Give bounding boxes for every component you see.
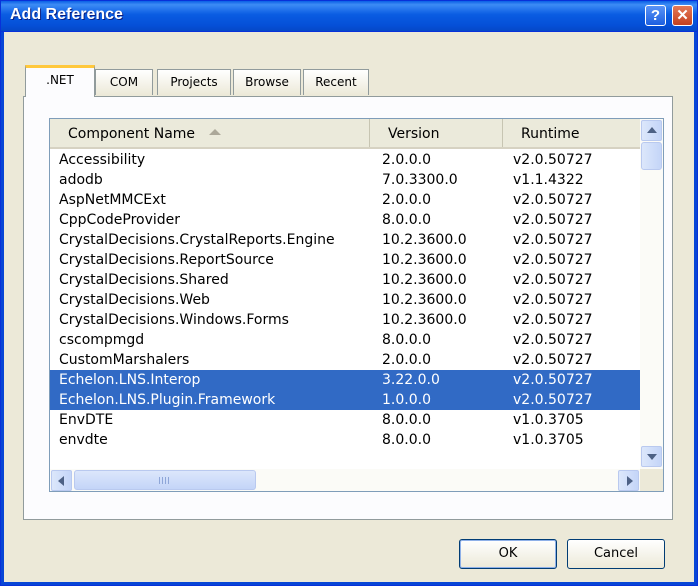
scroll-down-button[interactable] <box>641 446 662 467</box>
runtime-cell: v2.0.50727 <box>513 312 593 328</box>
version-cell: 10.2.3600.0 <box>382 232 467 248</box>
table-row-selected[interactable]: Echelon.LNS.Interop 3.22.0.0 v2.0.50727 <box>50 370 640 390</box>
column-header-label: Component Name <box>68 126 196 142</box>
version-cell: 2.0.0.0 <box>382 352 431 368</box>
tab-recent[interactable]: Recent <box>303 69 369 95</box>
table-row[interactable]: CrystalDecisions.CrystalReports.Engine 10… <box>50 230 640 250</box>
horizontal-scroll-thumb[interactable] <box>74 470 256 490</box>
component-name-cell: AspNetMMCExt <box>59 192 166 208</box>
version-cell: 8.0.0.0 <box>382 432 431 448</box>
close-button[interactable]: ✕ <box>672 5 693 26</box>
tab-com[interactable]: COM <box>95 69 153 95</box>
version-cell: 2.0.0.0 <box>382 152 431 168</box>
runtime-cell: v2.0.50727 <box>513 232 593 248</box>
table-row[interactable]: Accessibility 2.0.0.0 v2.0.50727 <box>50 150 640 170</box>
version-cell: 7.0.3300.0 <box>382 172 458 188</box>
tab-browse[interactable]: Browse <box>233 69 301 95</box>
component-name-cell: envdte <box>59 432 108 448</box>
runtime-cell: v2.0.50727 <box>513 292 593 308</box>
arrow-down-icon <box>647 454 657 460</box>
table-row[interactable]: envdte 8.0.0.0 v1.0.3705 <box>50 430 640 450</box>
version-cell: 10.2.3600.0 <box>382 292 467 308</box>
component-name-cell: CrystalDecisions.Web <box>59 292 210 308</box>
version-cell: 1.0.0.0 <box>382 392 431 408</box>
component-name-cell: Accessibility <box>59 152 146 168</box>
title-bar[interactable]: Add Reference ? ✕ <box>1 1 697 32</box>
table-row[interactable]: AspNetMMCExt 2.0.0.0 v2.0.50727 <box>50 190 640 210</box>
table-row[interactable]: CrystalDecisions.ReportSource 10.2.3600.0… <box>50 250 640 270</box>
version-cell: 8.0.0.0 <box>382 332 431 348</box>
tab-dotnet[interactable]: .NET <box>25 65 95 97</box>
column-header-version[interactable]: Version <box>370 119 503 147</box>
window-frame-bottom <box>1 582 697 585</box>
version-cell: 10.2.3600.0 <box>382 272 467 288</box>
arrow-left-icon <box>58 476 64 486</box>
table-row[interactable]: EnvDTE 8.0.0.0 v1.0.3705 <box>50 410 640 430</box>
window-frame-left <box>1 32 4 585</box>
runtime-cell: v1.1.4322 <box>513 172 584 188</box>
table-row[interactable]: CppCodeProvider 8.0.0.0 v2.0.50727 <box>50 210 640 230</box>
table-row-selected[interactable]: Echelon.LNS.Plugin.Framework 1.0.0.0 v2.0.… <box>50 390 640 410</box>
runtime-cell: v2.0.50727 <box>513 352 593 368</box>
runtime-cell: v2.0.50727 <box>513 212 593 228</box>
component-name-cell: cscompmgd <box>59 332 145 348</box>
column-header-component-name[interactable]: Component Name <box>50 119 370 147</box>
component-list[interactable]: Component Name Version Runtime Accessibi… <box>49 118 664 492</box>
help-button[interactable]: ? <box>645 5 666 26</box>
vertical-scrollbar[interactable] <box>640 119 663 469</box>
component-name-cell: EnvDTE <box>59 412 114 428</box>
version-cell: 8.0.0.0 <box>382 212 431 228</box>
component-name-cell: CrystalDecisions.Shared <box>59 272 229 288</box>
runtime-cell: v2.0.50727 <box>513 252 593 268</box>
table-row[interactable]: CrystalDecisions.Windows.Forms 10.2.3600.… <box>50 310 640 330</box>
component-name-cell: adodb <box>59 172 103 188</box>
runtime-cell: v2.0.50727 <box>513 152 593 168</box>
cancel-button[interactable]: Cancel <box>567 539 665 569</box>
version-cell: 10.2.3600.0 <box>382 312 467 328</box>
component-name-cell: CrystalDecisions.CrystalReports.Engine <box>59 232 335 248</box>
component-name-cell: CrystalDecisions.ReportSource <box>59 252 274 268</box>
table-row[interactable]: cscompmgd 8.0.0.0 v2.0.50727 <box>50 330 640 350</box>
component-name-cell: CrystalDecisions.Windows.Forms <box>59 312 289 328</box>
horizontal-scrollbar[interactable] <box>50 469 640 491</box>
column-header-runtime[interactable]: Runtime <box>503 119 640 147</box>
tab-projects[interactable]: Projects <box>157 69 231 95</box>
runtime-cell: v1.0.3705 <box>513 432 584 448</box>
table-row[interactable]: CrystalDecisions.Web 10.2.3600.0 v2.0.5072… <box>50 290 640 310</box>
add-reference-dialog: Add Reference ? ✕ .NET COM Projects Brow… <box>0 0 698 586</box>
window-title: Add Reference <box>10 6 123 23</box>
version-cell: 8.0.0.0 <box>382 412 431 428</box>
runtime-cell: v2.0.50727 <box>513 392 593 408</box>
runtime-cell: v2.0.50727 <box>513 372 593 388</box>
component-name-cell: Echelon.LNS.Interop <box>59 372 201 388</box>
version-cell: 3.22.0.0 <box>382 372 440 388</box>
runtime-cell: v2.0.50727 <box>513 332 593 348</box>
version-cell: 2.0.0.0 <box>382 192 431 208</box>
runtime-cell: v2.0.50727 <box>513 272 593 288</box>
vertical-scroll-thumb[interactable] <box>641 142 662 170</box>
runtime-cell: v1.0.3705 <box>513 412 584 428</box>
table-row[interactable]: adodb 7.0.3300.0 v1.1.4322 <box>50 170 640 190</box>
arrow-up-icon <box>647 127 657 133</box>
grip-icon <box>159 477 171 484</box>
ok-button[interactable]: OK <box>459 539 557 569</box>
component-name-cell: Echelon.LNS.Plugin.Framework <box>59 392 276 408</box>
window-frame-right <box>694 32 697 585</box>
scroll-up-button[interactable] <box>641 120 662 141</box>
arrow-right-icon <box>627 476 633 486</box>
list-header: Component Name Version Runtime <box>50 119 640 149</box>
table-row[interactable]: CrystalDecisions.Shared 10.2.3600.0 v2.0.5… <box>50 270 640 290</box>
version-cell: 10.2.3600.0 <box>382 252 467 268</box>
runtime-cell: v2.0.50727 <box>513 192 593 208</box>
scrollbar-corner <box>640 469 663 491</box>
scroll-right-button[interactable] <box>618 470 639 491</box>
table-row[interactable]: CustomMarshalers 2.0.0.0 v2.0.50727 <box>50 350 640 370</box>
sort-ascending-icon <box>209 129 222 135</box>
component-name-cell: CppCodeProvider <box>59 212 181 228</box>
scroll-left-button[interactable] <box>51 470 72 491</box>
component-name-cell: CustomMarshalers <box>59 352 190 368</box>
